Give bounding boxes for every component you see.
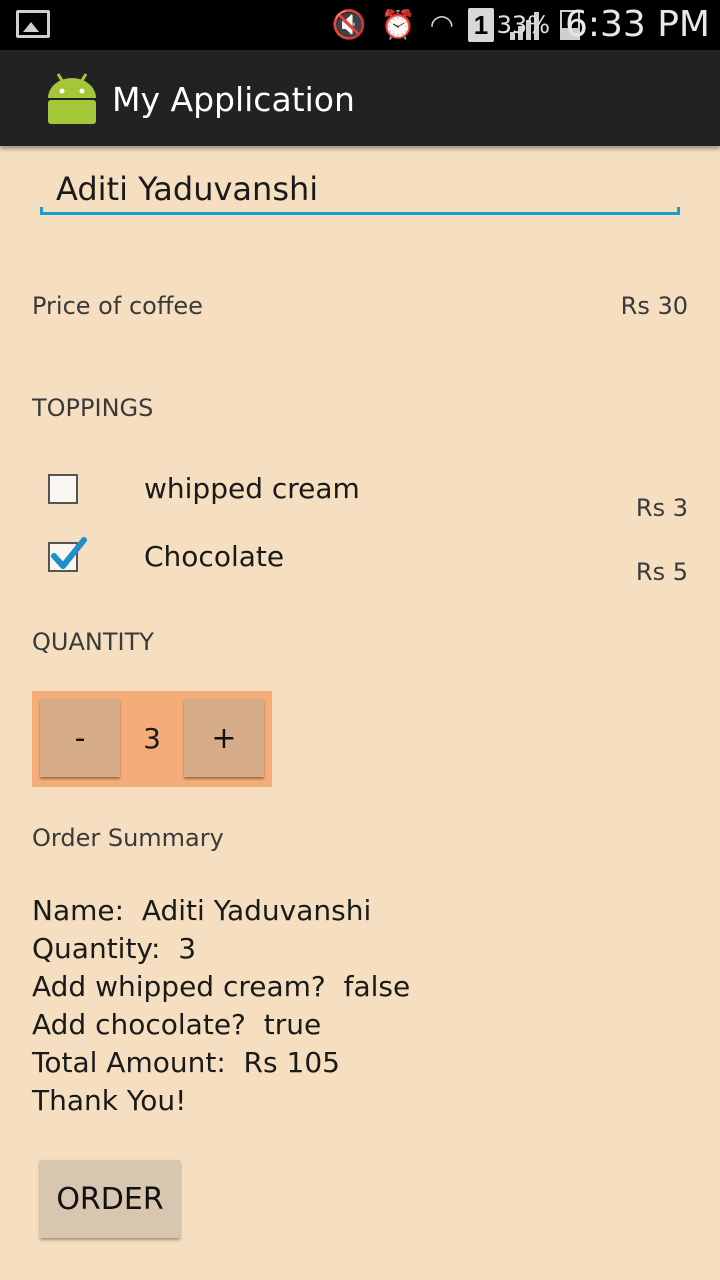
summary-chocolate-line: Add chocolate? true — [32, 1008, 322, 1041]
price-label: Price of coffee — [32, 292, 203, 320]
summary-total-line: Total Amount: Rs 105 — [32, 1046, 340, 1079]
whipped-cream-price: Rs 3 — [635, 494, 688, 522]
mute-vibrate-icon: 🔇 — [331, 8, 367, 41]
chocolate-price: Rs 5 — [635, 558, 688, 586]
sim-icon: 1 — [468, 8, 494, 42]
summary-whipped-cream-line: Add whipped cream? false — [32, 970, 411, 1003]
decrement-button[interactable]: - — [40, 699, 120, 777]
order-summary-heading: Order Summary — [32, 824, 224, 852]
summary-quantity-line: Quantity: 3 — [32, 932, 197, 965]
gallery-icon — [16, 10, 50, 38]
status-bar: 🔇 ⏰ ◠ 1 33% 6:33 PM — [0, 0, 720, 50]
android-logo-icon — [48, 73, 96, 124]
quantity-heading: QUANTITY — [32, 628, 154, 656]
action-bar: My Application — [0, 50, 720, 146]
increment-button[interactable]: + — [184, 699, 264, 777]
clock: 6:33 PM — [564, 4, 710, 45]
chocolate-checkbox[interactable] — [48, 537, 87, 572]
name-input[interactable] — [40, 162, 680, 216]
summary-name-line: Name: Aditi Yaduvanshi — [32, 894, 372, 927]
battery-percent: 33% — [496, 11, 550, 39]
order-summary: Name: Aditi Yaduvanshi Quantity: 3 Add w… — [32, 892, 410, 1120]
whipped-cream-checkbox[interactable] — [48, 474, 78, 504]
name-input-underline — [40, 207, 680, 215]
quantity-value: 3 — [143, 722, 161, 755]
order-button[interactable]: ORDER — [40, 1160, 180, 1238]
whipped-cream-label[interactable]: whipped cream — [144, 472, 360, 505]
checkmark-icon — [51, 537, 87, 569]
wifi-icon: ◠ — [429, 8, 454, 41]
chocolate-label[interactable]: Chocolate — [144, 540, 284, 573]
summary-thanks-line: Thank You! — [32, 1084, 187, 1117]
quantity-stepper: - 3 + — [32, 691, 272, 787]
alarm-icon: ⏰ — [380, 8, 416, 41]
price-value: Rs 30 — [620, 292, 688, 320]
app-title: My Application — [112, 80, 355, 119]
toppings-heading: TOPPINGS — [32, 394, 154, 422]
